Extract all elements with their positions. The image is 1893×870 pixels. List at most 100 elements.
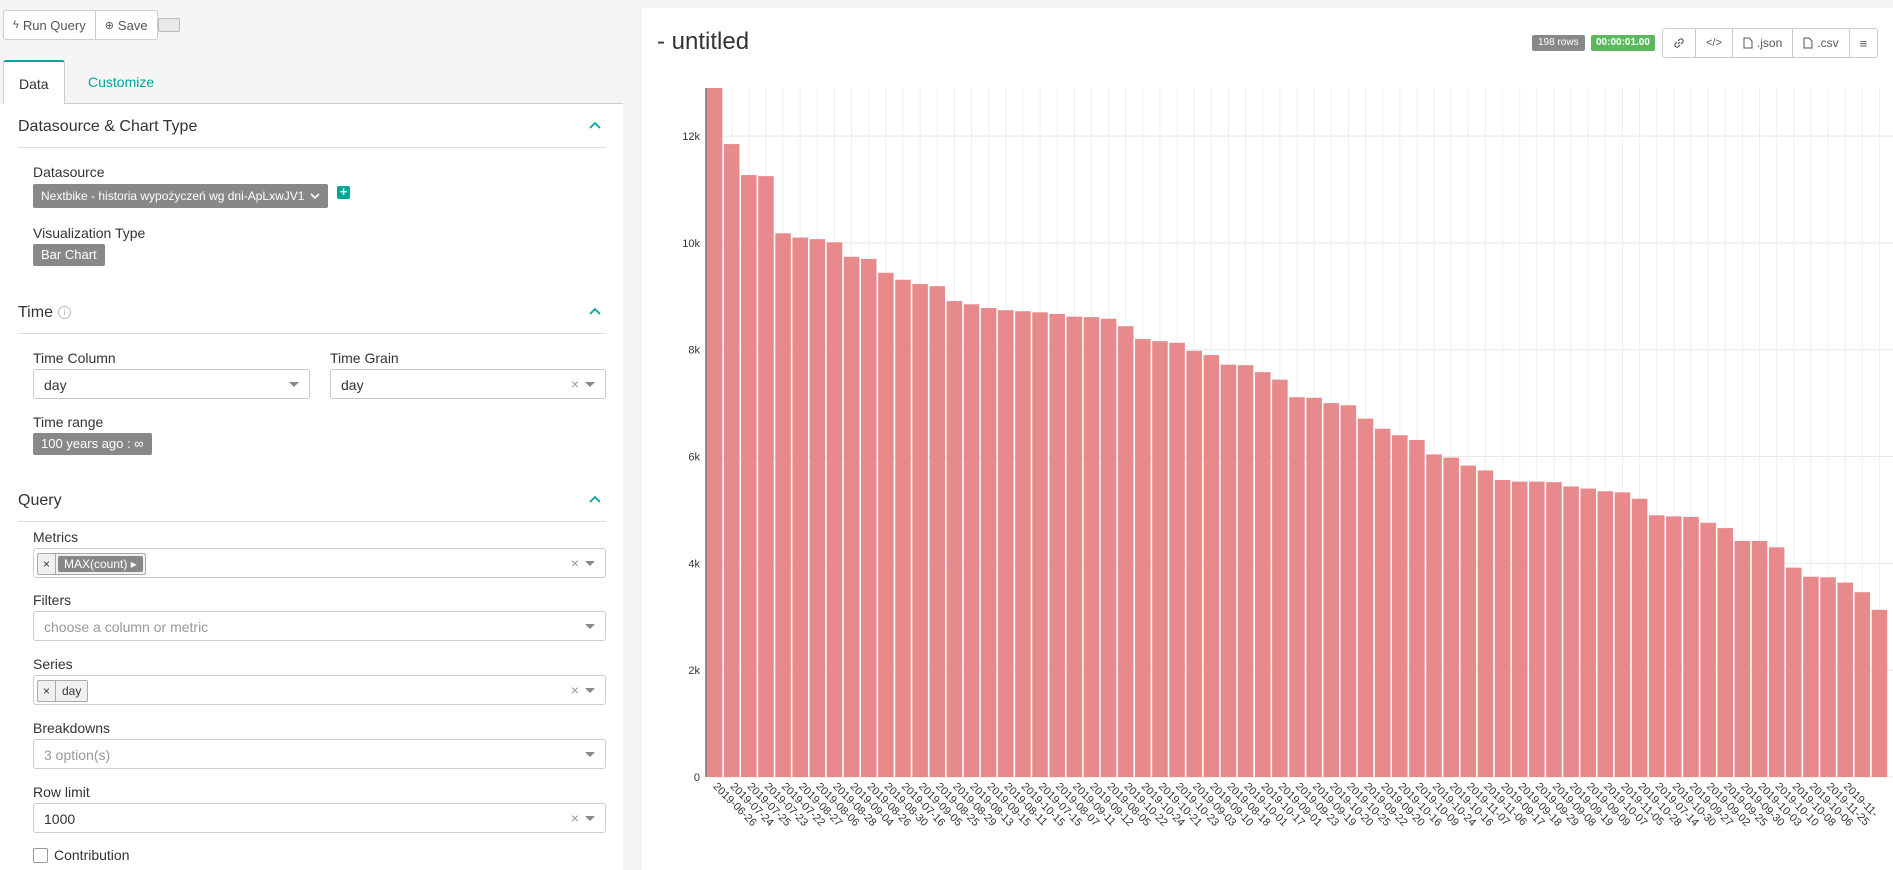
bar[interactable] xyxy=(1820,577,1836,777)
bar[interactable] xyxy=(929,286,946,777)
bar[interactable] xyxy=(1100,318,1117,777)
bar[interactable] xyxy=(1117,326,1134,777)
bar[interactable] xyxy=(775,233,791,777)
time-column-select[interactable]: day xyxy=(33,369,310,399)
bar[interactable] xyxy=(1426,454,1442,777)
row-limit-select[interactable]: 1000 × xyxy=(33,803,606,833)
bar[interactable] xyxy=(792,237,808,777)
bar[interactable] xyxy=(1837,582,1853,777)
time-range-value[interactable]: 100 years ago : ∞ xyxy=(33,433,152,455)
bar[interactable] xyxy=(1460,465,1477,777)
info-icon[interactable]: i xyxy=(57,306,71,319)
bar[interactable] xyxy=(1289,397,1305,777)
tab-customize[interactable]: Customize xyxy=(73,60,169,104)
time-grain-select[interactable]: day × xyxy=(330,369,606,399)
bar[interactable] xyxy=(1580,488,1596,777)
bar[interactable] xyxy=(980,308,997,777)
series-select[interactable]: × day × xyxy=(33,675,606,705)
bar[interactable] xyxy=(1614,492,1631,777)
bar[interactable] xyxy=(1854,592,1871,777)
clear-icon[interactable]: × xyxy=(571,682,579,698)
bar[interactable] xyxy=(1494,480,1511,777)
query-section-header[interactable]: Query xyxy=(18,478,606,522)
bar[interactable] xyxy=(1272,379,1288,777)
bar[interactable] xyxy=(963,304,980,777)
bar[interactable] xyxy=(1340,405,1357,777)
bar[interactable] xyxy=(1511,481,1528,777)
bar[interactable] xyxy=(1015,311,1031,777)
bar[interactable] xyxy=(1666,516,1682,777)
chevron-up-icon[interactable] xyxy=(588,492,602,506)
bar[interactable] xyxy=(1237,365,1254,777)
bar[interactable] xyxy=(860,258,877,777)
add-datasource-icon[interactable]: + xyxy=(337,185,350,199)
chevron-up-icon[interactable] xyxy=(588,118,602,132)
bar[interactable] xyxy=(1220,364,1237,777)
bar[interactable] xyxy=(1203,355,1220,777)
clear-icon[interactable]: × xyxy=(571,810,579,826)
bar[interactable] xyxy=(1443,457,1459,777)
bar[interactable] xyxy=(1374,428,1391,777)
bar[interactable] xyxy=(1066,316,1083,777)
bar[interactable] xyxy=(1135,339,1151,777)
bar[interactable] xyxy=(1529,481,1545,777)
bar[interactable] xyxy=(1597,491,1614,777)
bar[interactable] xyxy=(1786,567,1802,777)
bar[interactable] xyxy=(1392,435,1408,777)
bar[interactable] xyxy=(1186,350,1202,777)
bar[interactable] xyxy=(1254,372,1271,777)
bar[interactable] xyxy=(741,175,757,777)
bar[interactable] xyxy=(1049,313,1065,777)
filters-select[interactable]: choose a column or metric xyxy=(33,611,606,641)
bar[interactable] xyxy=(1631,498,1648,777)
bar[interactable] xyxy=(1871,609,1888,777)
bar[interactable] xyxy=(1751,540,1768,777)
keyboard-icon[interactable] xyxy=(158,18,180,32)
contribution-checkbox[interactable] xyxy=(33,848,48,863)
bar[interactable] xyxy=(758,176,774,777)
clear-icon[interactable]: × xyxy=(571,555,579,571)
bar[interactable] xyxy=(1409,439,1425,777)
bar[interactable] xyxy=(912,284,928,777)
bar[interactable] xyxy=(1083,317,1100,777)
metric-chip[interactable]: × MAX(count) ▸ xyxy=(37,553,146,575)
bar[interactable] xyxy=(1700,522,1716,777)
bar[interactable] xyxy=(946,301,963,777)
bar[interactable] xyxy=(1803,576,1819,777)
breakdowns-select[interactable]: 3 option(s) xyxy=(33,739,606,769)
remove-icon[interactable]: × xyxy=(38,681,56,701)
run-query-button[interactable]: ϟ Run Query xyxy=(3,10,96,40)
tab-data[interactable]: Data xyxy=(3,60,65,105)
remove-icon[interactable]: × xyxy=(38,554,56,574)
bar[interactable] xyxy=(809,239,826,777)
clear-icon[interactable]: × xyxy=(571,376,579,392)
bar[interactable] xyxy=(1323,403,1340,777)
datasource-select[interactable]: Nextbike - historia wypożyczeń wg dni-Ap… xyxy=(33,184,328,208)
bar[interactable] xyxy=(1734,540,1751,777)
bar[interactable] xyxy=(1152,341,1168,777)
bar[interactable] xyxy=(1306,397,1322,777)
bar[interactable] xyxy=(1683,516,1699,777)
chevron-up-icon[interactable] xyxy=(588,304,602,318)
bar[interactable] xyxy=(826,242,843,777)
bar[interactable] xyxy=(1477,470,1494,777)
bar[interactable] xyxy=(1546,482,1562,777)
bar[interactable] xyxy=(1032,312,1048,777)
bar[interactable] xyxy=(1563,486,1579,777)
datasource-section-header[interactable]: Datasource & Chart Type xyxy=(18,104,606,148)
bar[interactable] xyxy=(1717,528,1734,777)
bar[interactable] xyxy=(895,279,911,777)
bar[interactable] xyxy=(723,144,740,777)
metrics-select[interactable]: × MAX(count) ▸ × xyxy=(33,548,606,578)
bar[interactable] xyxy=(1357,418,1374,777)
time-section-header[interactable]: Time i xyxy=(18,290,606,334)
bar[interactable] xyxy=(1648,515,1665,777)
bar[interactable] xyxy=(1169,342,1185,777)
bar[interactable] xyxy=(878,272,894,777)
bar[interactable] xyxy=(998,310,1014,777)
bar[interactable] xyxy=(843,256,860,777)
viz-type-value[interactable]: Bar Chart xyxy=(33,244,105,266)
save-button[interactable]: ⊕ Save xyxy=(95,10,158,40)
bar[interactable] xyxy=(706,88,723,777)
series-chip[interactable]: × day xyxy=(37,680,89,702)
